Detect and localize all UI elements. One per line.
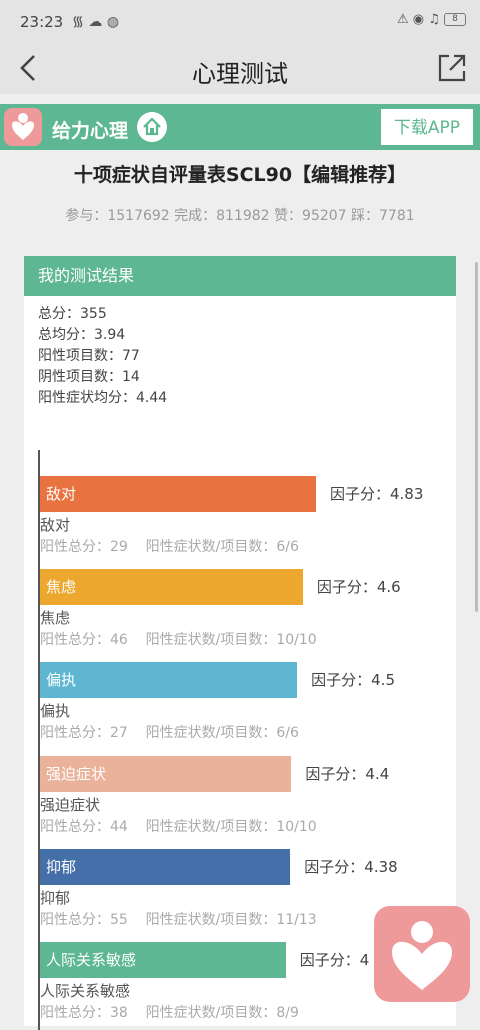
status-icons: ⚠ ◉ ♫	[396, 12, 440, 27]
average-score: 总均分：3.94	[38, 327, 126, 343]
positive-symptom-average: 阳性症状均分：4.44	[38, 390, 168, 406]
factor-name-0: 敌对	[40, 516, 71, 534]
scrollbar[interactable]	[475, 262, 478, 612]
factor-detail-0: 阳性总分：29 阳性症状数/项目数：6/6	[40, 539, 299, 555]
factor-detail-5: 阳性总分：38 阳性症状数/项目数：8/9	[40, 1005, 299, 1021]
nav-bar: 心理测试	[0, 44, 480, 94]
factor-detail-2: 阳性总分：27 阳性症状数/项目数：6/6	[40, 725, 299, 742]
factor-detail-4: 阳性总分：55 阳性症状数/项目数：11/13	[40, 911, 317, 928]
result-header: 我的测试结果	[24, 256, 456, 296]
home-icon[interactable]	[137, 112, 167, 142]
status-time: 23:23	[20, 13, 64, 31]
battery-icon: 8	[444, 13, 466, 26]
result-summary: 总分：355 总均分：3.94 阳性项目数：77 阴性项目数：14 阳性症状均分…	[24, 296, 456, 409]
page-title: 心理测试	[192, 60, 288, 88]
bar-1: 焦虑	[40, 569, 303, 606]
factor-name-4: 抑郁	[40, 888, 71, 907]
negative-item-count: 阴性项目数：14	[38, 369, 140, 385]
download-app-button[interactable]: 下载APP	[380, 108, 474, 146]
status-bar: 23:23 ᯾ ☁ ◍ ⚠ ◉ ♫ 8	[0, 0, 480, 44]
bar-0: 敌对	[40, 476, 316, 512]
factor-name-2: 偏执	[40, 702, 71, 721]
floating-app-logo-button[interactable]	[374, 906, 470, 1002]
bar-3: 强迫症状	[40, 755, 292, 792]
brand-banner: 给力心理 下载APP	[0, 104, 480, 150]
test-stats: 参与：1517692 完成：811982 赞：95207 踩：7781	[65, 208, 415, 224]
signal-icons: ᯾ ☁ ◍	[72, 14, 120, 30]
brand-logo-icon	[4, 108, 42, 146]
test-title: 十项症状自评量表SCL90【编辑推荐】	[73, 164, 407, 186]
share-icon[interactable]	[436, 52, 468, 84]
factor-score-2: 因子分：4.5	[311, 671, 395, 690]
factor-score-5: 因子分：4	[299, 951, 370, 969]
positive-item-count: 阳性项目数：77	[38, 348, 140, 364]
factor-name-1: 焦虑	[40, 609, 71, 628]
factor-score-0: 因子分：4.83	[330, 485, 424, 503]
factor-score-3: 因子分：4.4	[305, 764, 390, 783]
factor-score-1: 因子分：4.6	[316, 578, 401, 597]
total-score: 总分：355	[38, 306, 107, 322]
bar-2: 偏执	[40, 662, 298, 699]
factor-name-3: 强迫症状	[40, 795, 101, 814]
factor-detail-3: 阳性总分：44 阳性症状数/项目数：10/10	[40, 818, 317, 835]
bar-5: 人际关系敏感	[40, 942, 286, 978]
factor-name-5: 人际关系敏感	[40, 982, 131, 1000]
factor-score-4: 因子分：4.38	[304, 857, 398, 876]
status-right-icons: ⚠ ◉ ♫ 8	[397, 12, 466, 27]
bar-4: 抑郁	[40, 848, 291, 885]
brand-name: 给力心理	[52, 120, 129, 142]
factor-detail-1: 阳性总分：46 阳性症状数/项目数：10/10	[40, 632, 317, 649]
